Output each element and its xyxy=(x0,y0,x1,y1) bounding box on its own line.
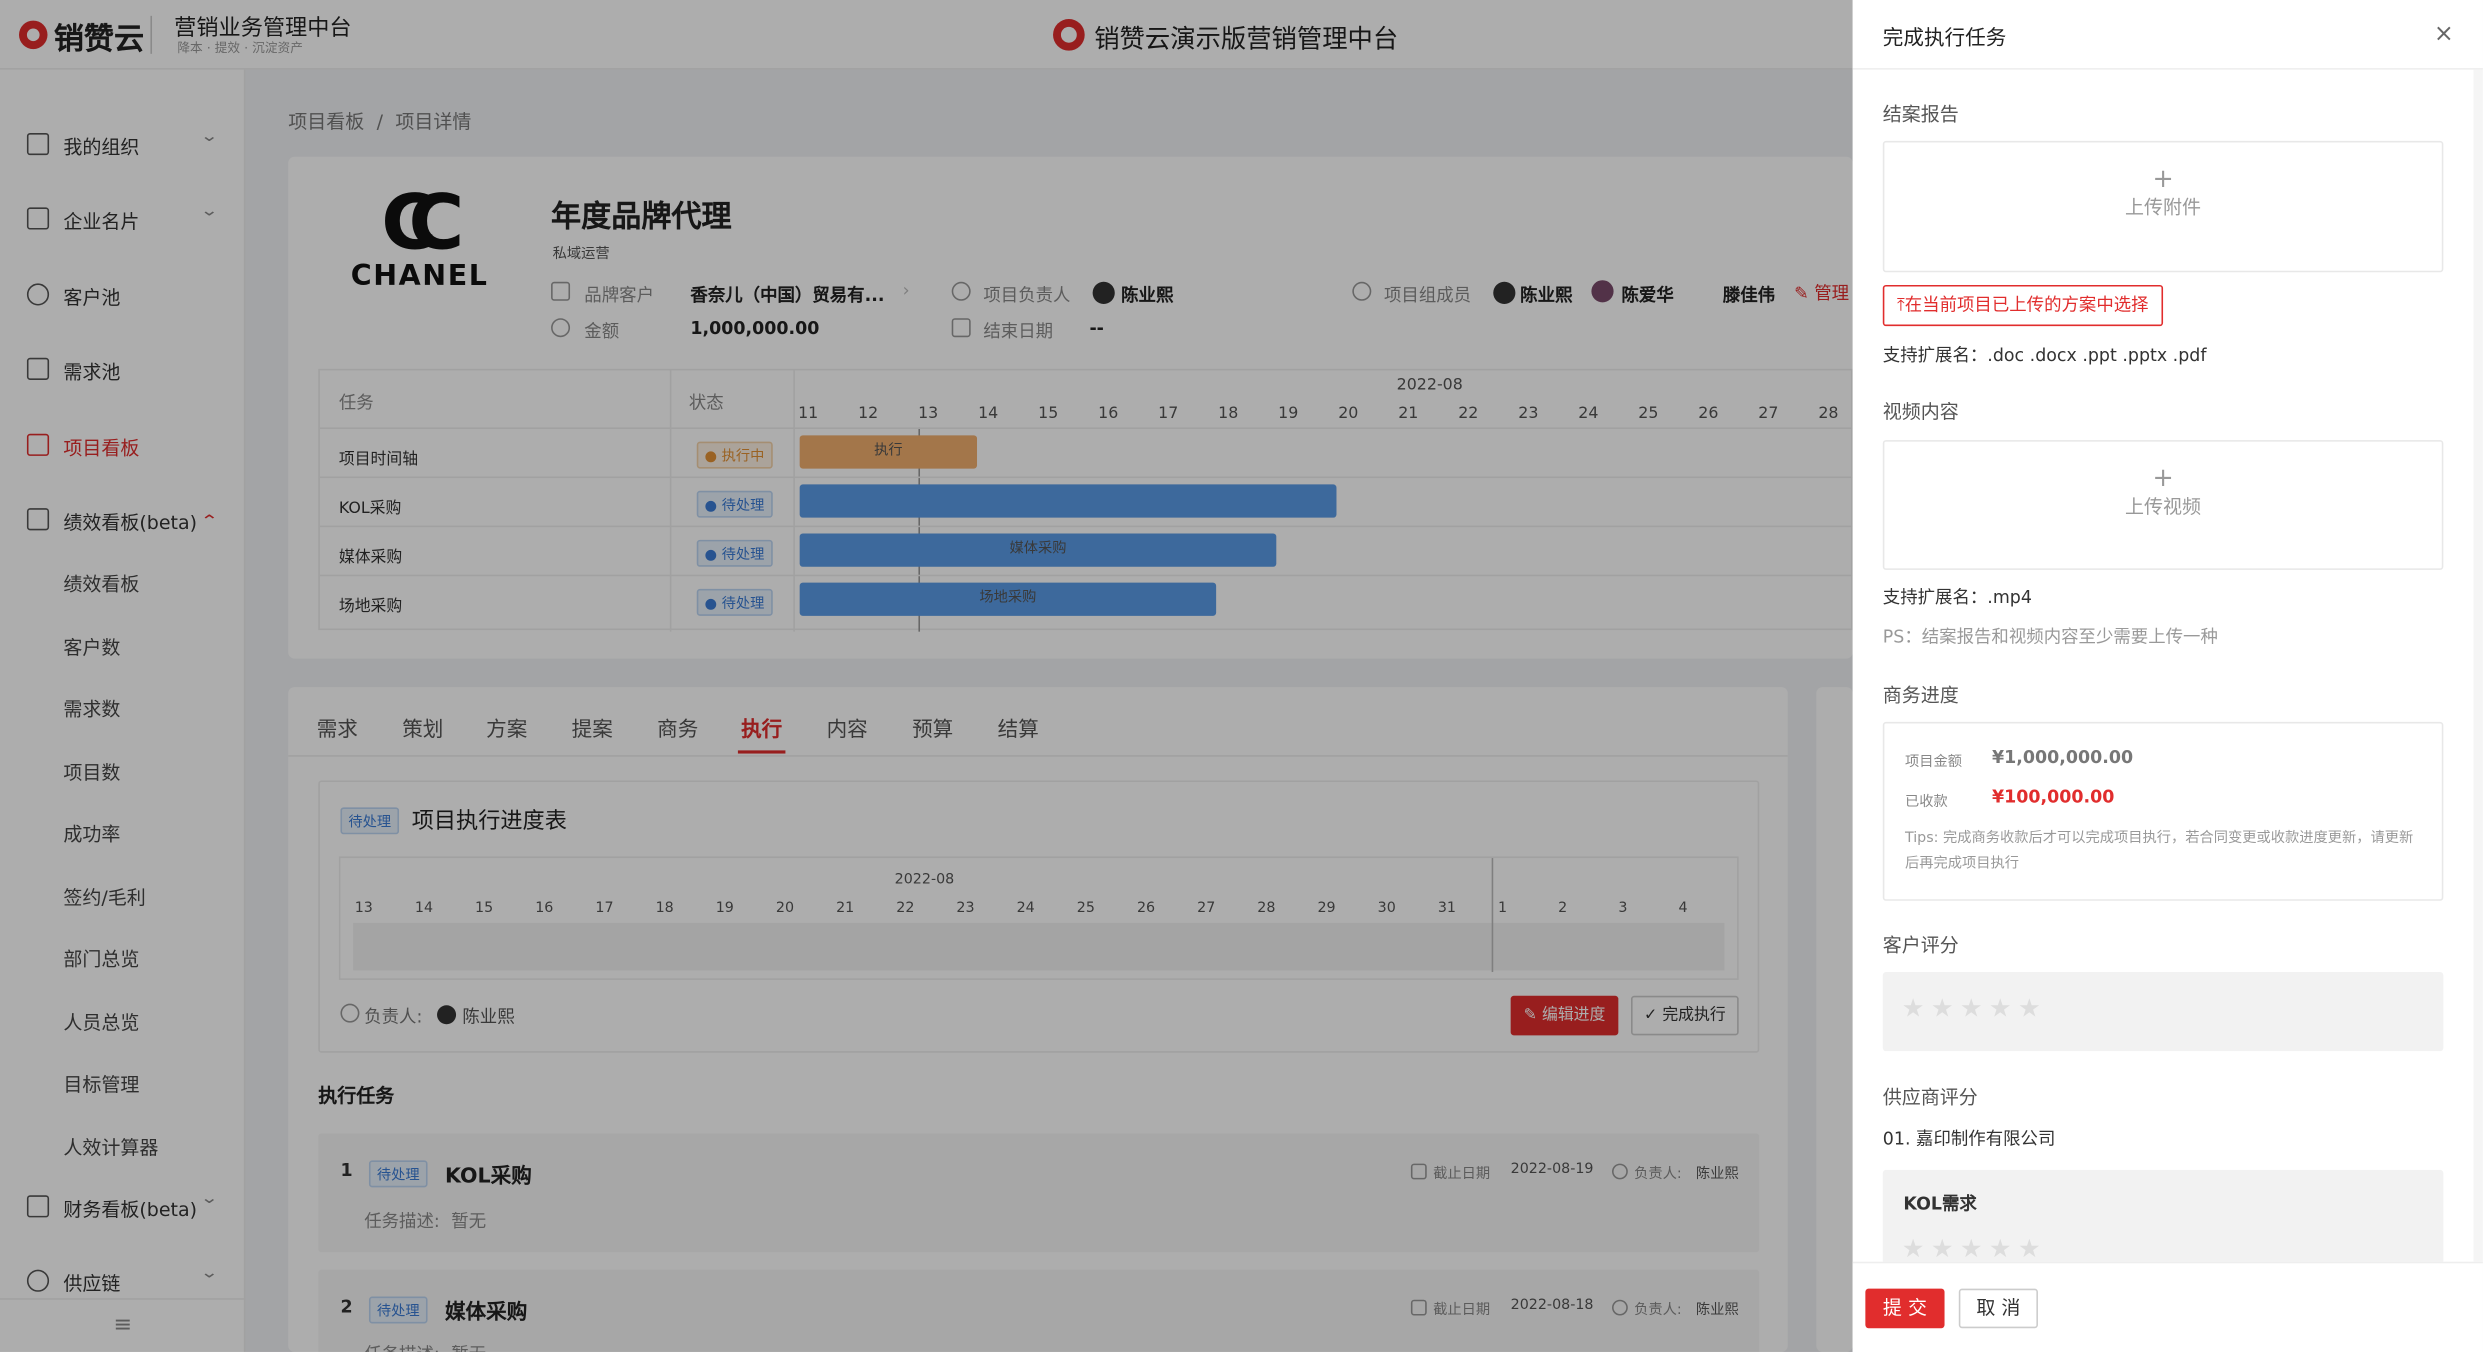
drawer-footer: 提 交 取 消 xyxy=(1852,1261,2483,1352)
drawer-title: 完成执行任务 xyxy=(1882,26,2007,51)
star-icon[interactable]: ★ xyxy=(1902,1233,1925,1263)
star-icon[interactable]: ★ xyxy=(2018,993,2041,1023)
complete-task-drawer: 完成执行任务 × 结案报告 + 上传附件 ⤒在当前项目已上传的方案中选择 支持扩… xyxy=(1852,0,2483,1352)
drawer-header-divider xyxy=(1852,68,2483,70)
modal-overlay[interactable] xyxy=(0,0,1853,1352)
customer-rating-stars[interactable]: ★ ★ ★ ★ ★ xyxy=(1882,972,2444,1052)
submit-button[interactable]: 提 交 xyxy=(1865,1288,1945,1329)
star-icon[interactable]: ★ xyxy=(1989,1233,2012,1263)
drawer-scrollbar[interactable] xyxy=(2473,69,2483,1262)
kol-demand-label: KOL需求 xyxy=(1903,1193,1977,1215)
star-icon[interactable]: ★ xyxy=(1902,993,1925,1023)
project-amount-label: 项目金额 xyxy=(1904,755,1962,771)
star-icon[interactable]: ★ xyxy=(1989,993,2012,1023)
star-icon[interactable]: ★ xyxy=(1960,993,1983,1023)
video-ext-note: 支持扩展名：.mp4 xyxy=(1882,587,2032,608)
cancel-button[interactable]: 取 消 xyxy=(1958,1288,2038,1329)
report-ext-note: 支持扩展名：.doc .docx .ppt .pptx .pdf xyxy=(1882,345,2207,366)
biz-tips: Tips: 完成商务收款后才可以完成项目执行，若合同变更或收款进度更新，请更新后… xyxy=(1904,831,2414,873)
supplier-rating-label: 供应商评分 xyxy=(1882,1086,1978,1109)
upload-attachment-area[interactable]: + 上传附件 xyxy=(1882,140,2444,273)
ps-note: PS：结案报告和视频内容至少需要上传一种 xyxy=(1882,626,2218,648)
received-value: ¥100,000.00 xyxy=(1992,786,2115,808)
star-icon[interactable]: ★ xyxy=(1931,1233,1954,1263)
received-label: 已收款 xyxy=(1904,794,1948,811)
star-icon[interactable]: ★ xyxy=(2018,1233,2041,1263)
star-icon[interactable]: ★ xyxy=(1960,1233,1983,1263)
supplier-name: 01. 嘉印制作有限公司 xyxy=(1882,1128,2056,1150)
plus-icon: + xyxy=(2152,163,2174,194)
biz-progress-box: 项目金额 ¥1,000,000.00 已收款 ¥100,000.00 Tips:… xyxy=(1882,721,2444,901)
upload-attachment-label: 上传附件 xyxy=(2125,196,2202,219)
project-amount-value: ¥1,000,000.00 xyxy=(1992,747,2134,768)
kol-rating-stars[interactable]: ★ ★ ★ ★ ★ xyxy=(1902,1233,2047,1263)
video-label: 视频内容 xyxy=(1882,400,1959,423)
upload-video-label: 上传视频 xyxy=(2125,495,2202,518)
select-existing-plan-button[interactable]: ⤒在当前项目已上传的方案中选择 xyxy=(1882,284,2163,327)
plus-icon: + xyxy=(2152,462,2174,493)
report-label: 结案报告 xyxy=(1882,102,1959,126)
star-icon[interactable]: ★ xyxy=(1931,993,1954,1023)
close-icon[interactable]: × xyxy=(2434,19,2454,47)
customer-rating-label: 客户评分 xyxy=(1882,934,1959,957)
upload-video-area[interactable]: + 上传视频 xyxy=(1882,440,2444,570)
supplier-rating-box: KOL需求 ★ ★ ★ ★ ★ xyxy=(1882,1169,2444,1265)
biz-progress-label: 商务进度 xyxy=(1882,683,1959,707)
